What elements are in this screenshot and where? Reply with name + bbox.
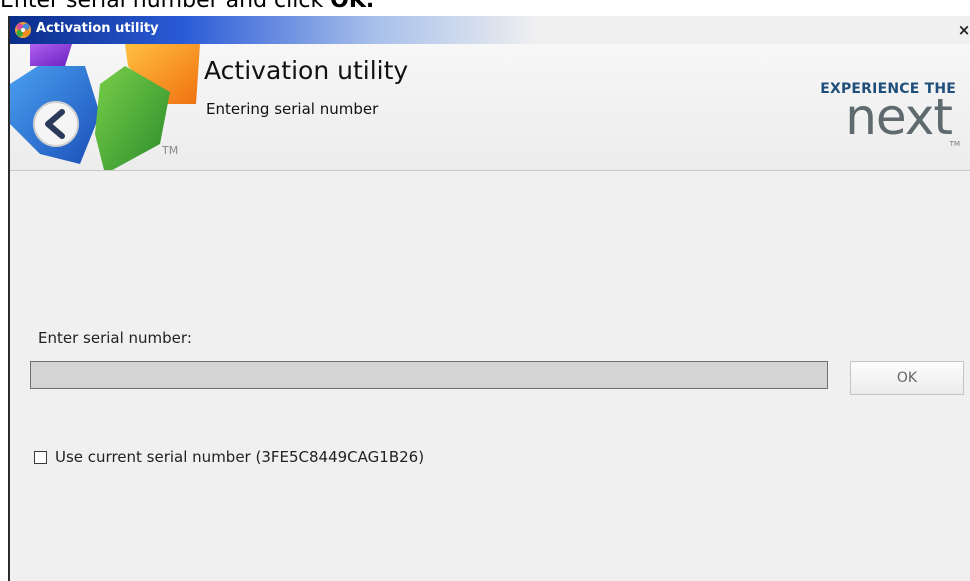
ok-button[interactable]: OK bbox=[850, 361, 964, 395]
use-current-serial-label[interactable]: Use current serial number (3FE5C8449CAG1… bbox=[55, 448, 424, 466]
brand-trademark: TM bbox=[949, 140, 960, 148]
logo-trademark: TM bbox=[162, 144, 179, 157]
brand-wordmark: next bbox=[845, 88, 953, 146]
use-current-serial-row[interactable]: Use current serial number (3FE5C8449CAG1… bbox=[34, 448, 424, 466]
serial-number-label: Enter serial number: bbox=[38, 329, 192, 347]
activation-window: Activation utility × TM Activation utili… bbox=[8, 16, 970, 581]
use-current-serial-checkbox[interactable] bbox=[34, 450, 47, 464]
page-title: Activation utility bbox=[204, 56, 409, 85]
serial-number-input[interactable] bbox=[30, 361, 828, 389]
instruction-emphasis: OK. bbox=[330, 0, 375, 13]
close-button[interactable]: × bbox=[956, 20, 970, 40]
form-area: Enter serial number: OK Use current seri… bbox=[10, 171, 970, 581]
app-icon bbox=[15, 22, 31, 38]
instruction-prefix: Enter serial number and click bbox=[0, 0, 331, 13]
header-banner: TM Activation utility Entering serial nu… bbox=[10, 44, 970, 171]
instruction-text: Enter serial number and click OK. bbox=[0, 0, 374, 13]
window-titlebar[interactable]: Activation utility × bbox=[10, 16, 970, 44]
window-title: Activation utility bbox=[36, 21, 159, 36]
page-subtitle: Entering serial number bbox=[206, 100, 379, 118]
